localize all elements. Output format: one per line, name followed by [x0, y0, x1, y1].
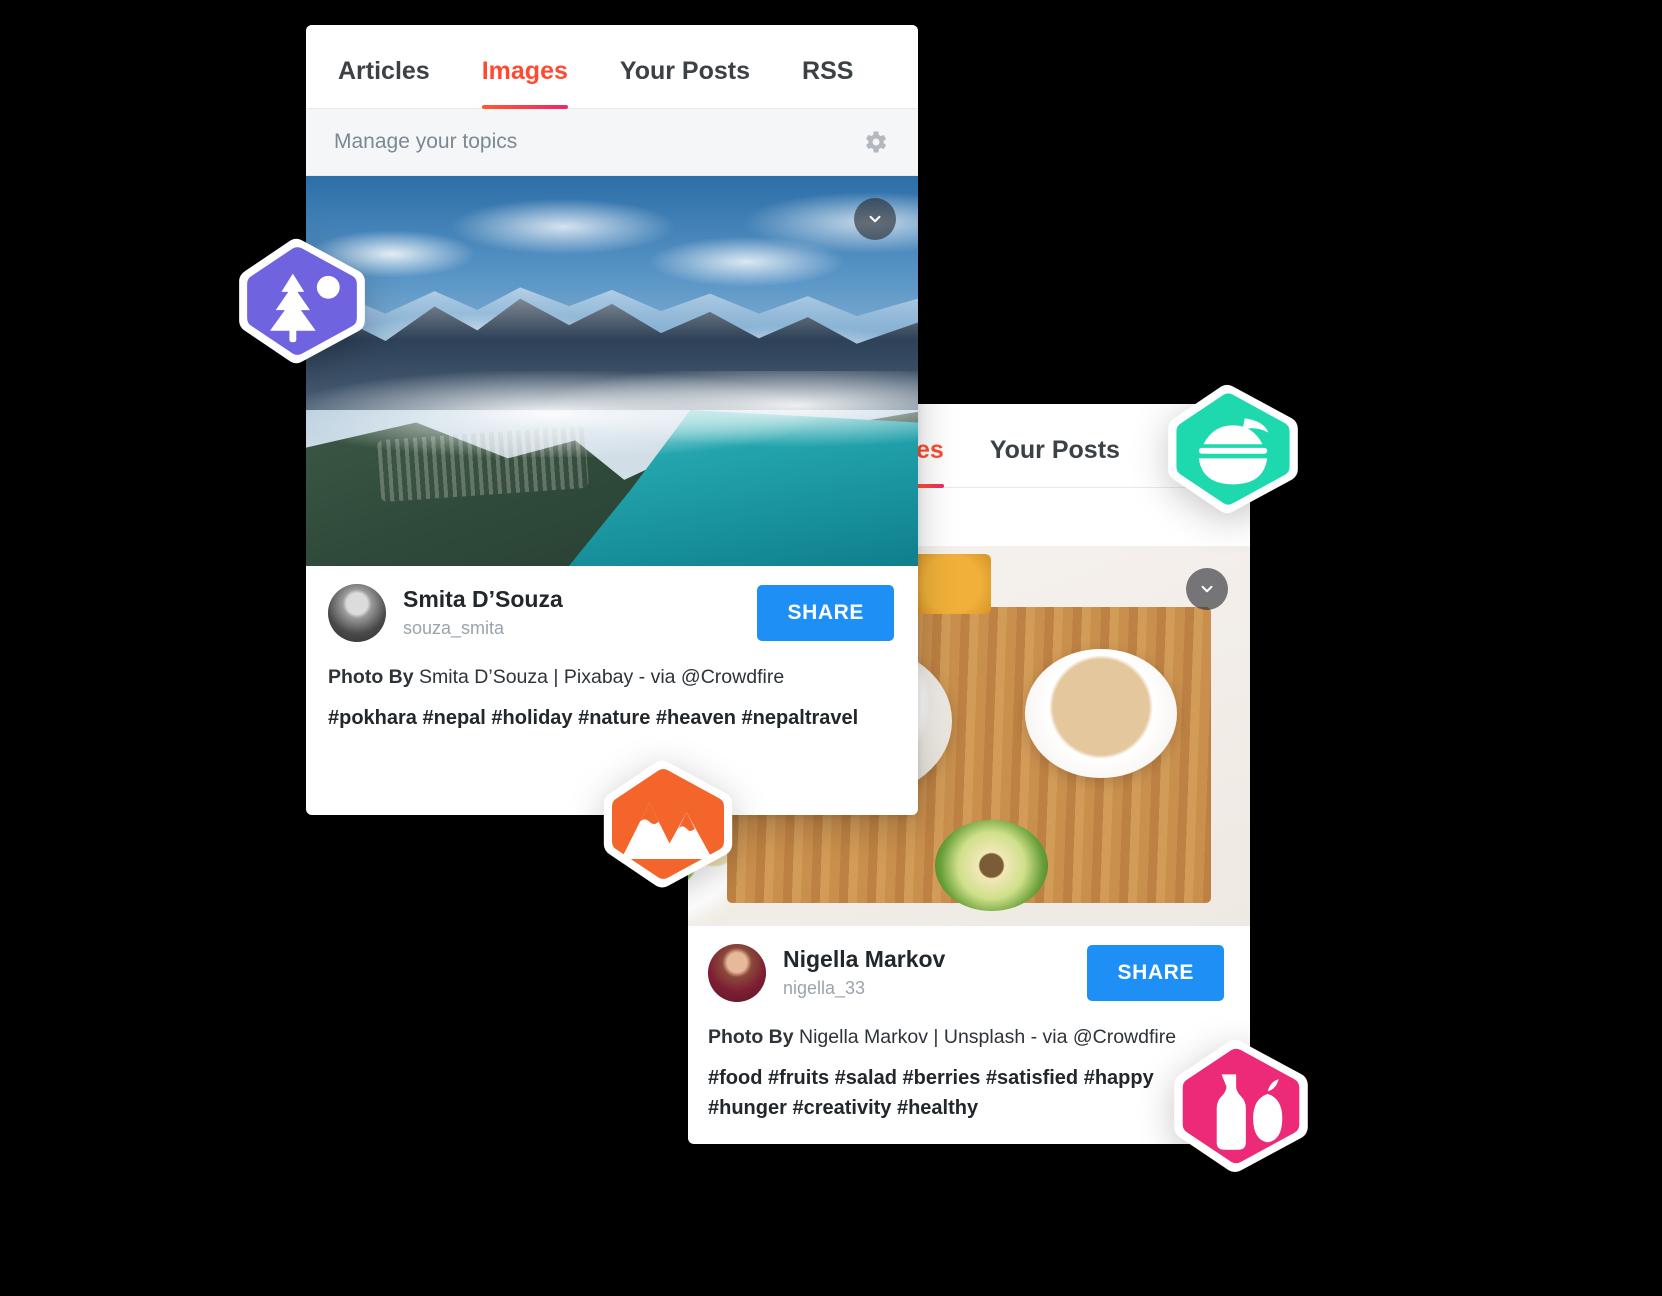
tab-images-back[interactable]: es [916, 436, 944, 488]
user-handle-front: souza_smita [403, 618, 505, 639]
chevron-down-icon [1201, 585, 1213, 593]
honey-jar-artwork [912, 553, 992, 615]
credit-text-back: Nigella Markov | Unsplash - via @Crowdfi… [799, 1026, 1177, 1048]
image-card-photo-front[interactable] [306, 176, 918, 566]
chevron-down-icon [869, 215, 881, 223]
drink-badge[interactable] [1168, 1038, 1314, 1174]
avatar-nigella[interactable] [708, 944, 766, 1002]
manage-topics-bar: Manage your topics [306, 109, 918, 176]
avocado-artwork [935, 819, 1048, 911]
user-name-back: Nigella Markov [783, 946, 946, 973]
credit-prefix-front: Photo By [328, 666, 414, 688]
avatar-image [708, 944, 766, 1002]
low-cloud-fog-artwork [306, 371, 918, 457]
photo-credit-back: Photo By Nigella Markov | Unsplash - via… [708, 1026, 1224, 1049]
hashtags-front: #pokhara #nepal #holiday #nature #heaven… [328, 707, 859, 729]
screenshot-stage: es Your Posts Nigella Markov nigella_33 … [0, 0, 1662, 1296]
hashtags-back: #food #fruits #salad #berries #satisfied… [708, 1067, 1154, 1119]
user-meta-front: Smita D’Souza souza_smita [403, 585, 757, 640]
card-user-row-front: Smita D’Souza souza_smita SHARE [328, 584, 894, 642]
manage-topics-settings-button[interactable] [858, 125, 892, 159]
nature-badge[interactable] [232, 237, 372, 365]
avatar-smita[interactable] [328, 584, 386, 642]
travel-badge[interactable] [598, 758, 738, 890]
user-handle-back: nigella_33 [783, 978, 866, 999]
share-button-back[interactable]: SHARE [1087, 945, 1224, 1001]
avatar-image [328, 584, 386, 642]
tab-your-posts[interactable]: Your Posts [620, 57, 750, 108]
credit-text-front: Smita D’Souza | Pixabay - via @Crowdfire [419, 666, 785, 688]
gear-icon [866, 131, 887, 153]
tab-your-posts-back[interactable]: Your Posts [990, 436, 1120, 487]
tab-rss[interactable]: RSS [802, 57, 853, 108]
primary-content-panel: Articles Images Your Posts RSS Manage yo… [306, 25, 918, 815]
image-card-body-front: Smita D’Souza souza_smita SHARE Photo By… [306, 566, 918, 759]
card-options-chevron-back[interactable] [1186, 568, 1228, 610]
manage-topics-label: Manage your topics [334, 130, 518, 153]
user-name-front: Smita D’Souza [403, 586, 563, 613]
card-options-chevron-front[interactable] [854, 198, 896, 240]
photo-credit-front: Photo By Smita D’Souza | Pixabay - via @… [328, 666, 894, 689]
credit-prefix-back: Photo By [708, 1026, 794, 1048]
tab-images[interactable]: Images [481, 57, 569, 109]
card-user-row-back: Nigella Markov nigella_33 SHARE [708, 944, 1224, 1002]
front-panel-tab-bar: Articles Images Your Posts RSS [306, 25, 918, 109]
tab-articles[interactable]: Articles [338, 57, 430, 108]
image-card-body-back: Nigella Markov nigella_33 SHARE Photo By… [688, 926, 1250, 1144]
share-button-front[interactable]: SHARE [757, 585, 894, 641]
food-badge[interactable] [1162, 383, 1304, 515]
user-meta-back: Nigella Markov nigella_33 [783, 945, 1087, 1000]
coffee-cup-artwork [1025, 648, 1177, 778]
